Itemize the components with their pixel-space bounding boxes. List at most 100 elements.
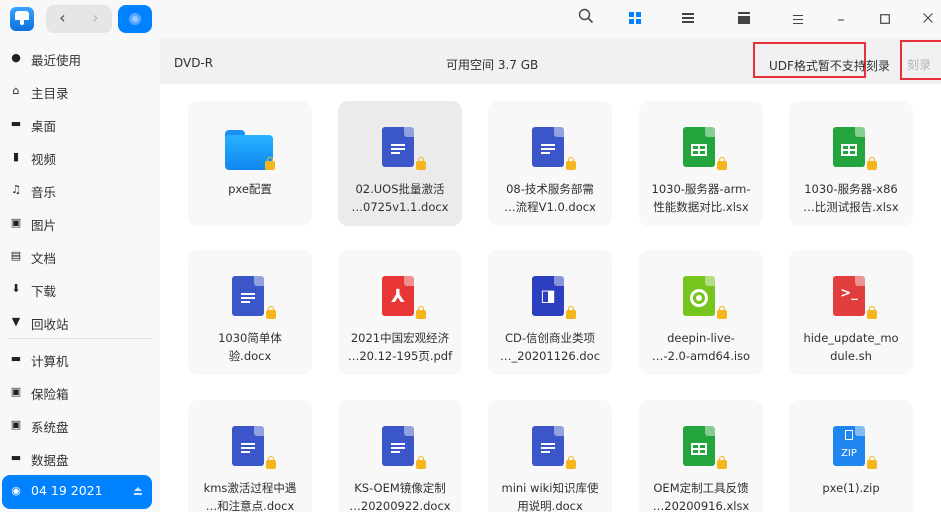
sidebar-item-label: 最近使用 <box>31 53 82 68</box>
file-item-doc[interactable]: mini wiki知识库使 用说明.docx <box>488 400 612 512</box>
zip-archive-icon: ZIP <box>833 426 865 466</box>
minimize-button[interactable]: – <box>830 8 852 30</box>
file-item-wps[interactable]: ◨ CD-信创商业类项 …_20201126.doc <box>488 250 612 375</box>
lock-icon <box>717 456 727 469</box>
close-icon <box>923 13 933 23</box>
sidebar-item-desktop[interactable]: ▬ 桌面 <box>0 108 160 141</box>
file-item-iso[interactable]: deepin-live- …-2.0-amd64.iso <box>639 250 763 375</box>
sidebar-item-label: 桌面 <box>31 119 57 134</box>
file-item-zip[interactable]: ZIP pxe(1).zip <box>789 400 913 512</box>
sidebar-item-label: 下载 <box>31 284 57 299</box>
lock-icon <box>867 306 877 319</box>
list-view-icon <box>682 13 694 24</box>
close-button[interactable] <box>917 8 939 30</box>
spreadsheet-icon <box>683 426 715 466</box>
file-item-pdf[interactable]: ⅄ 2021中国宏观经济 …20.12-195页.pdf <box>338 250 462 375</box>
home-icon: ⌂ <box>12 84 20 97</box>
current-disc-button[interactable] <box>118 5 152 33</box>
sidebar-item-label: 数据盘 <box>31 453 69 468</box>
lock-icon <box>867 456 877 469</box>
sidebar-item-system-disk[interactable]: ▣ 系统盘 <box>0 409 160 442</box>
file-name: pxe(1).zip <box>822 481 880 495</box>
eject-icon[interactable] <box>134 487 142 495</box>
file-view: DVD-R 可用空间 3.7 GB UDF格式暂不支持刻录 刻录 pxe配置 0… <box>160 38 941 512</box>
desktop-icon: ▬ <box>10 117 22 130</box>
lock-icon <box>416 157 426 170</box>
file-item-folder[interactable]: pxe配置 <box>188 101 312 226</box>
computer-icon: ▬ <box>10 352 22 365</box>
word-document-icon <box>382 426 414 466</box>
sidebar-item-label: 文档 <box>31 251 57 266</box>
file-manager-app-icon <box>10 7 34 31</box>
main-menu-button[interactable] <box>787 8 809 30</box>
pdf-icon: ⅄ <box>382 276 414 316</box>
sidebar-item-label: 保险箱 <box>31 387 69 402</box>
maximize-button[interactable] <box>874 8 896 30</box>
download-icon: ⬇ <box>11 282 21 295</box>
file-name: CD-信创商业类项 …_20201126.doc <box>499 331 601 363</box>
disc-icon: ◉ <box>11 484 21 497</box>
file-item-doc[interactable]: 02.UOS批量激活 …0725v1.1.docx <box>338 101 462 226</box>
word-document-icon <box>382 127 414 167</box>
word-document-icon <box>232 426 264 466</box>
lock-icon <box>416 456 426 469</box>
sidebar-item-label: 系统盘 <box>31 420 69 435</box>
lock-icon <box>566 306 576 319</box>
disc-image-icon <box>683 276 715 316</box>
lock-icon <box>566 157 576 170</box>
shell-script-icon: >_ <box>833 276 865 316</box>
warning-text: UDF格式暂不支持刻录 <box>769 59 890 73</box>
sidebar-item-label: 计算机 <box>31 354 69 369</box>
file-name: 1030-服务器-x86 …比测试报告.xlsx <box>803 182 899 214</box>
sidebar-item-pictures[interactable]: ▣ 图片 <box>0 207 160 240</box>
file-item-xlsx[interactable]: 1030-服务器-arm- 性能数据对比.xlsx <box>639 101 763 226</box>
file-name: deepin-live- …-2.0-amd64.iso <box>651 331 751 363</box>
sidebar-item-vault[interactable]: ▣ 保险箱 <box>0 376 160 409</box>
music-icon: ♫ <box>11 183 21 196</box>
list-view-button[interactable] <box>677 8 699 30</box>
file-item-doc[interactable]: 08-技术服务部需 …流程V1.0.docx <box>488 101 612 226</box>
sidebar-item-documents[interactable]: ▤ 文档 <box>0 240 160 273</box>
trash-icon: ▼ <box>11 315 21 328</box>
file-name: OEM定制工具反馈 …20200916.xlsx <box>652 481 750 512</box>
file-name: hide_update_mo dule.sh <box>803 331 899 363</box>
sidebar-item-data-disk[interactable]: ▬ 数据盘 <box>0 442 160 475</box>
sidebar-item-label: 音乐 <box>31 185 57 200</box>
sidebar-item-downloads[interactable]: ⬇ 下载 <box>0 273 160 306</box>
burn-button-label: 刻录 <box>907 58 932 72</box>
lock-icon <box>416 306 426 319</box>
file-item-doc[interactable]: 1030简单体 验.docx <box>188 250 312 375</box>
file-item-doc[interactable]: KS-OEM镜像定制 …20200922.docx <box>338 400 462 512</box>
navigation-group: ‹ › <box>46 5 112 33</box>
back-button[interactable]: ‹ <box>46 5 79 33</box>
sidebar-item-home[interactable]: ⌂ 主目录 <box>0 75 160 108</box>
disc-type-label: DVD-R <box>174 56 214 70</box>
sidebar-item-optical-disc[interactable]: ◉ 04 19 2021 <box>2 475 152 509</box>
file-name: KS-OEM镜像定制 …20200922.docx <box>349 481 451 512</box>
file-item-xlsx[interactable]: OEM定制工具反馈 …20200916.xlsx <box>639 400 763 512</box>
file-item-xlsx[interactable]: 1030-服务器-x86 …比测试报告.xlsx <box>789 101 913 226</box>
sidebar-item-videos[interactable]: ▮ 视频 <box>0 141 160 174</box>
file-name: mini wiki知识库使 用说明.docx <box>501 481 599 512</box>
disc-info-bar: DVD-R 可用空间 3.7 GB UDF格式暂不支持刻录 刻录 <box>160 38 941 84</box>
vault-icon: ▣ <box>10 385 22 398</box>
maximize-icon <box>880 14 890 24</box>
document-icon: ▤ <box>10 249 22 262</box>
sidebar: ● 最近使用 ⌂ 主目录 ▬ 桌面 ▮ 视频 ♫ 音乐 ▣ 图片 ▤ 文档 ⬇ … <box>0 38 160 512</box>
sidebar-item-computer[interactable]: ▬ 计算机 <box>0 343 160 376</box>
search-button[interactable] <box>575 8 597 30</box>
wps-document-icon: ◨ <box>532 276 564 316</box>
file-name: kms激活过程中遇 …和注意点.docx <box>203 481 297 512</box>
burn-button[interactable]: 刻录 <box>900 40 941 80</box>
detail-view-button[interactable] <box>733 8 755 30</box>
file-item-doc[interactable]: kms激活过程中遇 …和注意点.docx <box>188 400 312 512</box>
word-document-icon <box>232 276 264 316</box>
sidebar-item-trash[interactable]: ▼ 回收站 <box>0 306 160 339</box>
sidebar-item-recent[interactable]: ● 最近使用 <box>0 42 160 75</box>
file-item-sh[interactable]: >_ hide_update_mo dule.sh <box>789 250 913 375</box>
forward-button[interactable]: › <box>79 5 112 33</box>
disc-icon <box>129 13 141 25</box>
lock-icon <box>717 157 727 170</box>
icon-view-button[interactable] <box>624 8 646 30</box>
sidebar-item-music[interactable]: ♫ 音乐 <box>0 174 160 207</box>
